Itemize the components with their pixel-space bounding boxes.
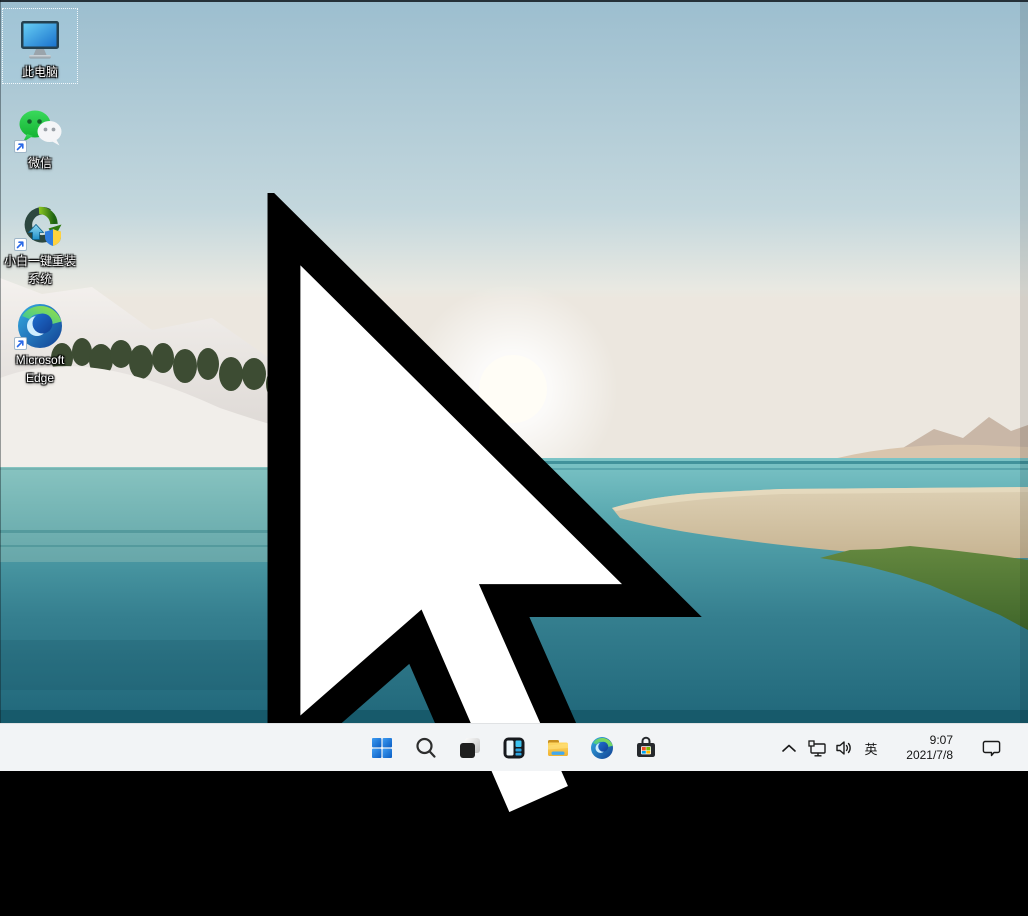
widgets-button[interactable] xyxy=(494,728,534,768)
taskbar-center-icons xyxy=(362,724,666,772)
task-view-button[interactable] xyxy=(450,728,490,768)
shortcut-arrow-icon xyxy=(14,337,27,350)
desktop-icon-label: 微信 xyxy=(28,156,52,171)
network-icon xyxy=(808,740,827,757)
taskbar: 英 9:07 2021/7/8 xyxy=(0,723,1028,771)
edge-button[interactable] xyxy=(582,728,622,768)
file-explorer-button[interactable] xyxy=(538,728,578,768)
search-button[interactable] xyxy=(406,728,446,768)
file-explorer-icon xyxy=(546,736,570,760)
desktop-icon-edge[interactable]: Microsoft Edge xyxy=(2,296,78,390)
desktop-icon-label-line1: Microsoft xyxy=(16,353,65,368)
this-pc-icon xyxy=(16,14,64,62)
system-tray: 英 9:07 2021/7/8 xyxy=(780,724,1028,772)
desktop[interactable]: 此电脑 xyxy=(0,0,1028,723)
ime-indicator[interactable]: 英 xyxy=(861,728,881,768)
edge-icon xyxy=(590,736,614,760)
network-button[interactable] xyxy=(806,728,828,768)
desktop-icon-label-line2: 系统 xyxy=(28,272,52,287)
desktop-icon-label-line1: 小白一键重装 xyxy=(4,254,76,269)
desktop-icon-label-line2: Edge xyxy=(26,371,54,386)
hidden-icons-button[interactable] xyxy=(780,728,798,768)
volume-icon xyxy=(835,740,853,756)
task-view-icon xyxy=(458,736,482,760)
clock-time: 9:07 xyxy=(891,733,953,748)
search-icon xyxy=(414,736,438,760)
wallpaper-image xyxy=(0,0,1028,723)
clock[interactable]: 9:07 2021/7/8 xyxy=(891,733,953,763)
clock-date: 2021/7/8 xyxy=(891,748,953,763)
widgets-icon xyxy=(502,736,526,760)
desktop-icon-this-pc[interactable]: 此电脑 xyxy=(2,8,78,84)
microsoft-store-icon xyxy=(634,736,658,760)
desktop-icon-label: 此电脑 xyxy=(22,65,58,80)
desktop-icon-xiaobai-reinstall[interactable]: 小白一键重装 系统 xyxy=(2,197,78,291)
notification-center-button[interactable] xyxy=(981,728,1001,768)
shortcut-arrow-icon xyxy=(14,238,27,251)
start-button[interactable] xyxy=(362,728,402,768)
volume-button[interactable] xyxy=(833,728,855,768)
desktop-icon-wechat[interactable]: 微信 xyxy=(2,99,78,175)
start-icon xyxy=(370,736,394,760)
chevron-up-icon xyxy=(782,744,796,752)
shortcut-arrow-icon xyxy=(14,140,27,153)
notification-center-icon xyxy=(982,740,1001,757)
store-button[interactable] xyxy=(626,728,666,768)
